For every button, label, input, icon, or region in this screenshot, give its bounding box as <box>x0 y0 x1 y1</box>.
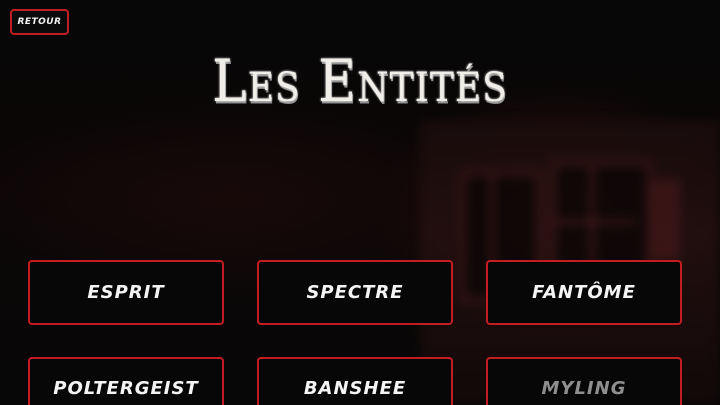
entities-screen: RETOUR Les Entités ESPRIT SPECTRE FANTÔM… <box>0 0 720 405</box>
entity-button-spectre[interactable]: SPECTRE <box>257 260 453 325</box>
entity-button-fantome[interactable]: FANTÔME <box>486 260 682 325</box>
entity-button-esprit[interactable]: ESPRIT <box>28 260 224 325</box>
entity-grid: ESPRIT SPECTRE FANTÔME POLTERGEIST BANSH… <box>0 0 720 405</box>
entity-button-myling[interactable]: MYLING <box>486 357 682 405</box>
entity-button-banshee[interactable]: BANSHEE <box>257 357 453 405</box>
entity-button-poltergeist[interactable]: POLTERGEIST <box>28 357 224 405</box>
